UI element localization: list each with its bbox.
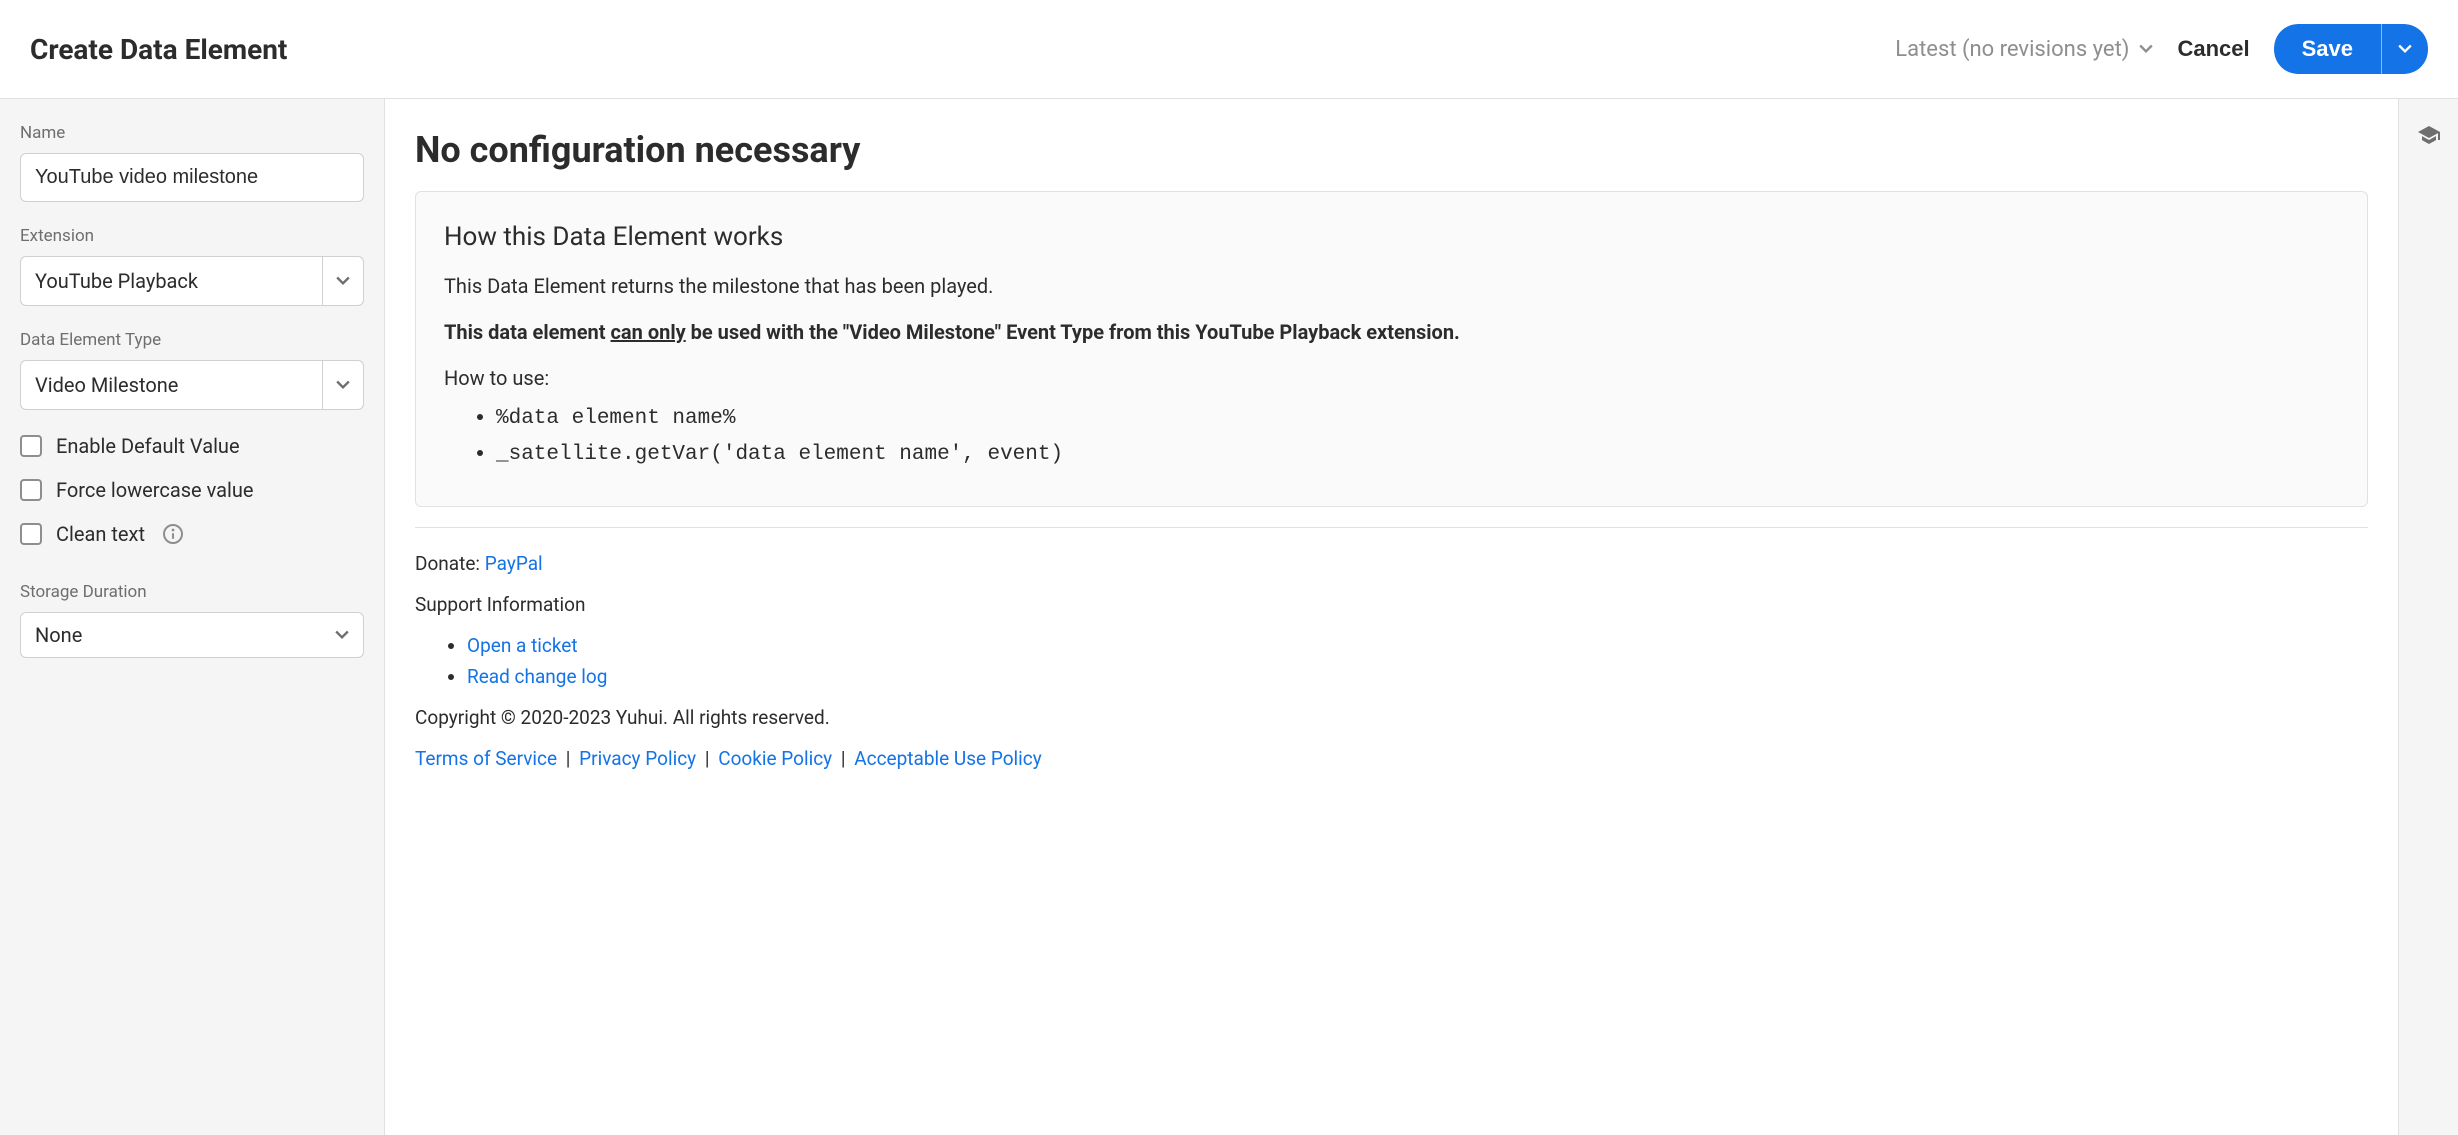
extension-label: Extension — [20, 226, 364, 246]
code-1: %data element name% — [496, 407, 735, 430]
list-item: Open a ticket — [467, 634, 2368, 657]
chevron-down-icon — [335, 628, 349, 642]
info-box-heading: How this Data Element works — [444, 222, 2339, 252]
header: Create Data Element Latest (no revisions… — [0, 0, 2458, 99]
save-dropdown-button[interactable] — [2381, 24, 2428, 74]
cancel-button[interactable]: Cancel — [2177, 36, 2249, 62]
clean-text-row: Clean text — [20, 522, 364, 546]
enable-default-row: Enable Default Value — [20, 434, 364, 458]
footer-section: Donate: PayPal Support Information Open … — [415, 527, 2368, 770]
type-caret[interactable] — [322, 360, 364, 410]
separator: | — [836, 747, 850, 770]
main-content: No configuration necessary How this Data… — [385, 99, 2398, 1135]
code-item-1: %data element name% — [496, 404, 2339, 430]
p2-prefix: This data element — [444, 320, 611, 344]
copyright: Copyright © 2020-2023 Yuhui. All rights … — [415, 706, 2368, 729]
p2-underline: can only — [611, 320, 686, 344]
changelog-link[interactable]: Read change log — [467, 665, 607, 688]
info-box-p1: This Data Element returns the milestone … — [444, 274, 2339, 298]
extension-value: YouTube Playback — [20, 256, 322, 306]
storage-label: Storage Duration — [20, 582, 364, 602]
cookie-link[interactable]: Cookie Policy — [718, 747, 832, 770]
name-input[interactable] — [20, 153, 364, 202]
enable-default-checkbox[interactable] — [20, 435, 42, 457]
info-box: How this Data Element works This Data El… — [415, 191, 2368, 507]
open-ticket-link[interactable]: Open a ticket — [467, 634, 578, 657]
legal-links: Terms of Service | Privacy Policy | Cook… — [415, 747, 2368, 770]
extension-select[interactable]: YouTube Playback — [20, 256, 364, 306]
name-label: Name — [20, 123, 364, 143]
chevron-down-icon — [2398, 44, 2412, 54]
sidebar: Name Extension YouTube Playback Data Ele… — [0, 99, 385, 1135]
graduation-cap-icon[interactable] — [2417, 123, 2441, 147]
paypal-link[interactable]: PayPal — [485, 552, 543, 575]
separator: | — [561, 747, 575, 770]
donate-line: Donate: PayPal — [415, 552, 2368, 575]
code-2: _satellite.getVar('data element name', e… — [496, 443, 1063, 466]
chevron-down-icon — [336, 378, 350, 392]
list-item: Read change log — [467, 665, 2368, 688]
chevron-down-icon — [336, 274, 350, 288]
support-label: Support Information — [415, 593, 2368, 616]
type-value: Video Milestone — [20, 360, 322, 410]
code-item-2: _satellite.getVar('data element name', e… — [496, 440, 2339, 466]
clean-text-checkbox[interactable] — [20, 523, 42, 545]
revision-label: Latest (no revisions yet) — [1895, 37, 2129, 62]
info-box-p3: How to use: — [444, 366, 2339, 390]
code-list: %data element name% _satellite.getVar('d… — [444, 404, 2339, 466]
separator: | — [700, 747, 714, 770]
clean-text-label: Clean text — [56, 522, 145, 546]
page-title: Create Data Element — [30, 33, 287, 66]
save-button[interactable]: Save — [2274, 24, 2381, 74]
body-layout: Name Extension YouTube Playback Data Ele… — [0, 99, 2458, 1135]
extension-caret[interactable] — [322, 256, 364, 306]
type-label: Data Element Type — [20, 330, 364, 350]
aup-link[interactable]: Acceptable Use Policy — [854, 747, 1041, 770]
type-select[interactable]: Video Milestone — [20, 360, 364, 410]
p2-suffix: be used with the "Video Milestone" Event… — [686, 320, 1460, 344]
tos-link[interactable]: Terms of Service — [415, 747, 557, 770]
save-button-group: Save — [2274, 24, 2428, 74]
enable-default-label: Enable Default Value — [56, 434, 240, 458]
support-links: Open a ticket Read change log — [415, 634, 2368, 688]
force-lowercase-checkbox[interactable] — [20, 479, 42, 501]
storage-value: None — [35, 623, 82, 647]
main-heading: No configuration necessary — [415, 129, 2368, 171]
storage-select[interactable]: None — [20, 612, 364, 658]
privacy-link[interactable]: Privacy Policy — [579, 747, 696, 770]
header-actions: Latest (no revisions yet) Cancel Save — [1895, 24, 2428, 74]
force-lowercase-label: Force lowercase value — [56, 478, 254, 502]
chevron-down-icon — [2139, 42, 2153, 56]
donate-label: Donate: — [415, 552, 485, 575]
info-box-p2: This data element can only be used with … — [444, 320, 2339, 344]
revision-dropdown[interactable]: Latest (no revisions yet) — [1895, 37, 2153, 62]
right-rail — [2398, 99, 2458, 1135]
force-lowercase-row: Force lowercase value — [20, 478, 364, 502]
info-icon[interactable] — [163, 524, 183, 544]
